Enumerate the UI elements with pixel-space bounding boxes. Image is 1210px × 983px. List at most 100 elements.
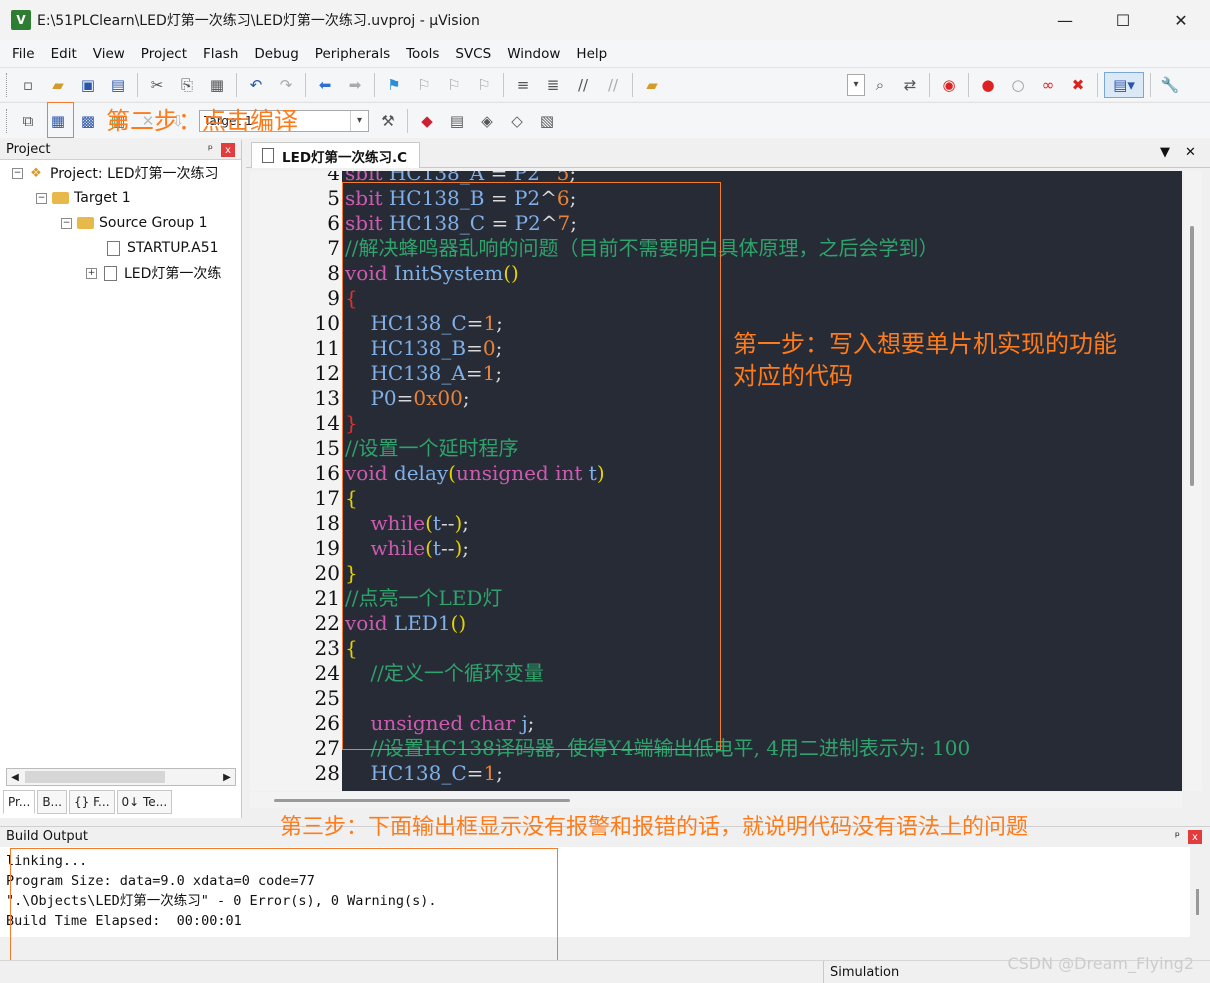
scroll-thumb[interactable] [25, 771, 165, 783]
tab-books[interactable]: B... [37, 790, 67, 814]
close-tab-icon[interactable]: ✕ [1185, 145, 1196, 160]
watermark: CSDN @Dream_Flying2 [1007, 954, 1194, 973]
find-icon[interactable]: ⌕ [867, 72, 893, 98]
find-dropdown-arrow[interactable]: ▾ [847, 73, 865, 96]
maximize-button[interactable]: ☐ [1094, 0, 1152, 40]
project-hscrollbar[interactable]: ◀ ▶ [6, 768, 236, 786]
tab-templates[interactable]: 0↓ Te... [116, 790, 173, 814]
menu-peripherals[interactable]: Peripherals [307, 46, 398, 62]
kill-breakpoints-icon[interactable]: ✖ [1065, 72, 1091, 98]
close-button[interactable]: ✕ [1152, 0, 1210, 40]
indent-icon[interactable]: ≡ [510, 72, 536, 98]
unindent-icon[interactable]: ≣ [540, 72, 566, 98]
menu-file[interactable]: File [4, 46, 43, 62]
select-packs-icon[interactable]: ▤ [444, 108, 470, 134]
tab-functions[interactable]: {} F... [69, 790, 115, 814]
minimize-button[interactable]: — [1036, 0, 1094, 40]
tree-item-target[interactable]: − Target 1 [36, 187, 131, 209]
window-layout-icon[interactable]: ▤▾ [1104, 71, 1144, 98]
line-number: 19 [314, 536, 340, 560]
menu-edit[interactable]: Edit [43, 46, 85, 62]
menu-window[interactable]: Window [499, 46, 568, 62]
cut-icon[interactable]: ✂ [144, 72, 170, 98]
collapse-icon[interactable]: − [12, 167, 23, 179]
code-line[interactable]: 28 HC138_C=1; [250, 761, 1182, 786]
tree-item-project[interactable]: − ❖ Project: LED灯第一次练习 [12, 162, 219, 184]
menu-debug[interactable]: Debug [246, 46, 306, 62]
toolbar-grip-2[interactable] [6, 108, 9, 133]
navigate-back-icon[interactable]: ⬅ [312, 72, 338, 98]
comment-icon[interactable]: // [570, 72, 596, 98]
build-output-vscrollbar[interactable] [1190, 847, 1210, 957]
collapse-icon[interactable]: − [61, 217, 72, 229]
rebuild-icon[interactable]: ▩ [75, 108, 101, 134]
menu-flash[interactable]: Flash [195, 46, 246, 62]
next-bookmark-icon[interactable]: ⚐ [441, 72, 467, 98]
step2-annotation: 第二步：点击编译 [106, 107, 298, 135]
undo-icon[interactable]: ↶ [243, 72, 269, 98]
tab-list-dropdown[interactable]: ▼ [1160, 145, 1170, 160]
clear-bookmarks-icon[interactable]: ⚐ [471, 72, 497, 98]
tab-project[interactable]: Pr... [3, 790, 36, 814]
scroll-left-icon[interactable]: ◀ [7, 769, 23, 785]
menu-bar: File Edit View Project Flash Debug Perip… [0, 40, 1210, 67]
debug-session-icon[interactable]: ◉ [936, 72, 962, 98]
collapse-icon[interactable]: − [36, 192, 47, 204]
scroll-thumb[interactable] [1190, 226, 1194, 486]
new-file-icon[interactable]: ▫ [15, 72, 41, 98]
line-number: 5 [327, 186, 340, 210]
insert-breakpoint-icon[interactable]: ● [975, 72, 1001, 98]
menu-svcs[interactable]: SVCS [447, 46, 499, 62]
incremental-find-icon[interactable]: ⇄ [897, 72, 923, 98]
uncomment-icon[interactable]: // [600, 72, 626, 98]
menu-project[interactable]: Project [133, 46, 195, 62]
editor-hscrollbar[interactable] [250, 792, 1182, 808]
configure-icon[interactable]: 🔧 [1157, 72, 1183, 98]
expand-icon[interactable]: + [86, 267, 97, 279]
scroll-thumb[interactable] [274, 799, 570, 802]
find-in-files-icon[interactable]: ▰ [639, 72, 665, 98]
copy-icon[interactable]: ⎘ [174, 72, 200, 98]
translate-icon[interactable]: ⧉ [15, 108, 41, 134]
prev-bookmark-icon[interactable]: ⚐ [411, 72, 437, 98]
close-panel-icon[interactable]: x [221, 143, 235, 157]
editor-vscrollbar[interactable] [1184, 171, 1202, 791]
manage-components-icon[interactable]: ◆ [414, 108, 440, 134]
close-panel-icon[interactable]: x [1188, 830, 1202, 844]
title-bar: V E:\51PLClearn\LED灯第一次练习\LED灯第一次练习.uvpr… [0, 0, 1210, 40]
software-packs-icon[interactable]: ▧ [534, 108, 560, 134]
menu-help[interactable]: Help [568, 46, 615, 62]
toolbar-grip[interactable] [6, 72, 9, 97]
menu-tools[interactable]: Tools [398, 46, 447, 62]
pin-icon[interactable]: ᵖ [1175, 829, 1180, 843]
open-folder-icon[interactable]: ▰ [45, 72, 71, 98]
paste-icon[interactable]: ▦ [204, 72, 230, 98]
scroll-right-icon[interactable]: ▶ [219, 769, 235, 785]
line-number: 4 [327, 171, 340, 185]
pack-installer-icon[interactable]: ◇ [504, 108, 530, 134]
line-number: 27 [314, 736, 340, 760]
manage-run-time-icon[interactable]: ◈ [474, 108, 500, 134]
line-number: 6 [327, 211, 340, 235]
code-token: 1 [483, 761, 497, 785]
target-options-icon[interactable]: ⚒ [375, 108, 401, 134]
scroll-thumb[interactable] [1196, 889, 1199, 915]
tree-item-label: LED灯第一次练 [124, 266, 222, 282]
tree-item-startup[interactable]: STARTUP.A51 [104, 237, 219, 259]
project-panel: Project ᵖ x − ❖ Project: LED灯第一次练习 − Tar… [0, 140, 242, 818]
window-title: E:\51PLClearn\LED灯第一次练习\LED灯第一次练习.uvproj… [37, 13, 480, 29]
save-icon[interactable]: ▣ [75, 72, 101, 98]
redo-icon[interactable]: ↷ [273, 72, 299, 98]
tree-item-led-c[interactable]: + LED灯第一次练 [86, 262, 221, 284]
tree-item-source-group[interactable]: − Source Group 1 [61, 212, 208, 234]
disable-breakpoints-icon[interactable]: ∞ [1035, 72, 1061, 98]
save-all-icon[interactable]: ▤ [105, 72, 131, 98]
pin-icon[interactable]: ᵖ [208, 142, 213, 156]
menu-view[interactable]: View [85, 46, 133, 62]
navigate-forward-icon[interactable]: ➡ [342, 72, 368, 98]
enable-breakpoint-icon[interactable]: ○ [1005, 72, 1031, 98]
step1-annotation: 第一步：写入想要单片机实现的功能 [733, 330, 1117, 358]
tab-led-c-file[interactable]: LED灯第一次练习.C [251, 142, 421, 168]
uvision-window: V E:\51PLClearn\LED灯第一次练习\LED灯第一次练习.uvpr… [0, 0, 1210, 983]
bookmark-icon[interactable]: ⚑ [381, 72, 407, 98]
